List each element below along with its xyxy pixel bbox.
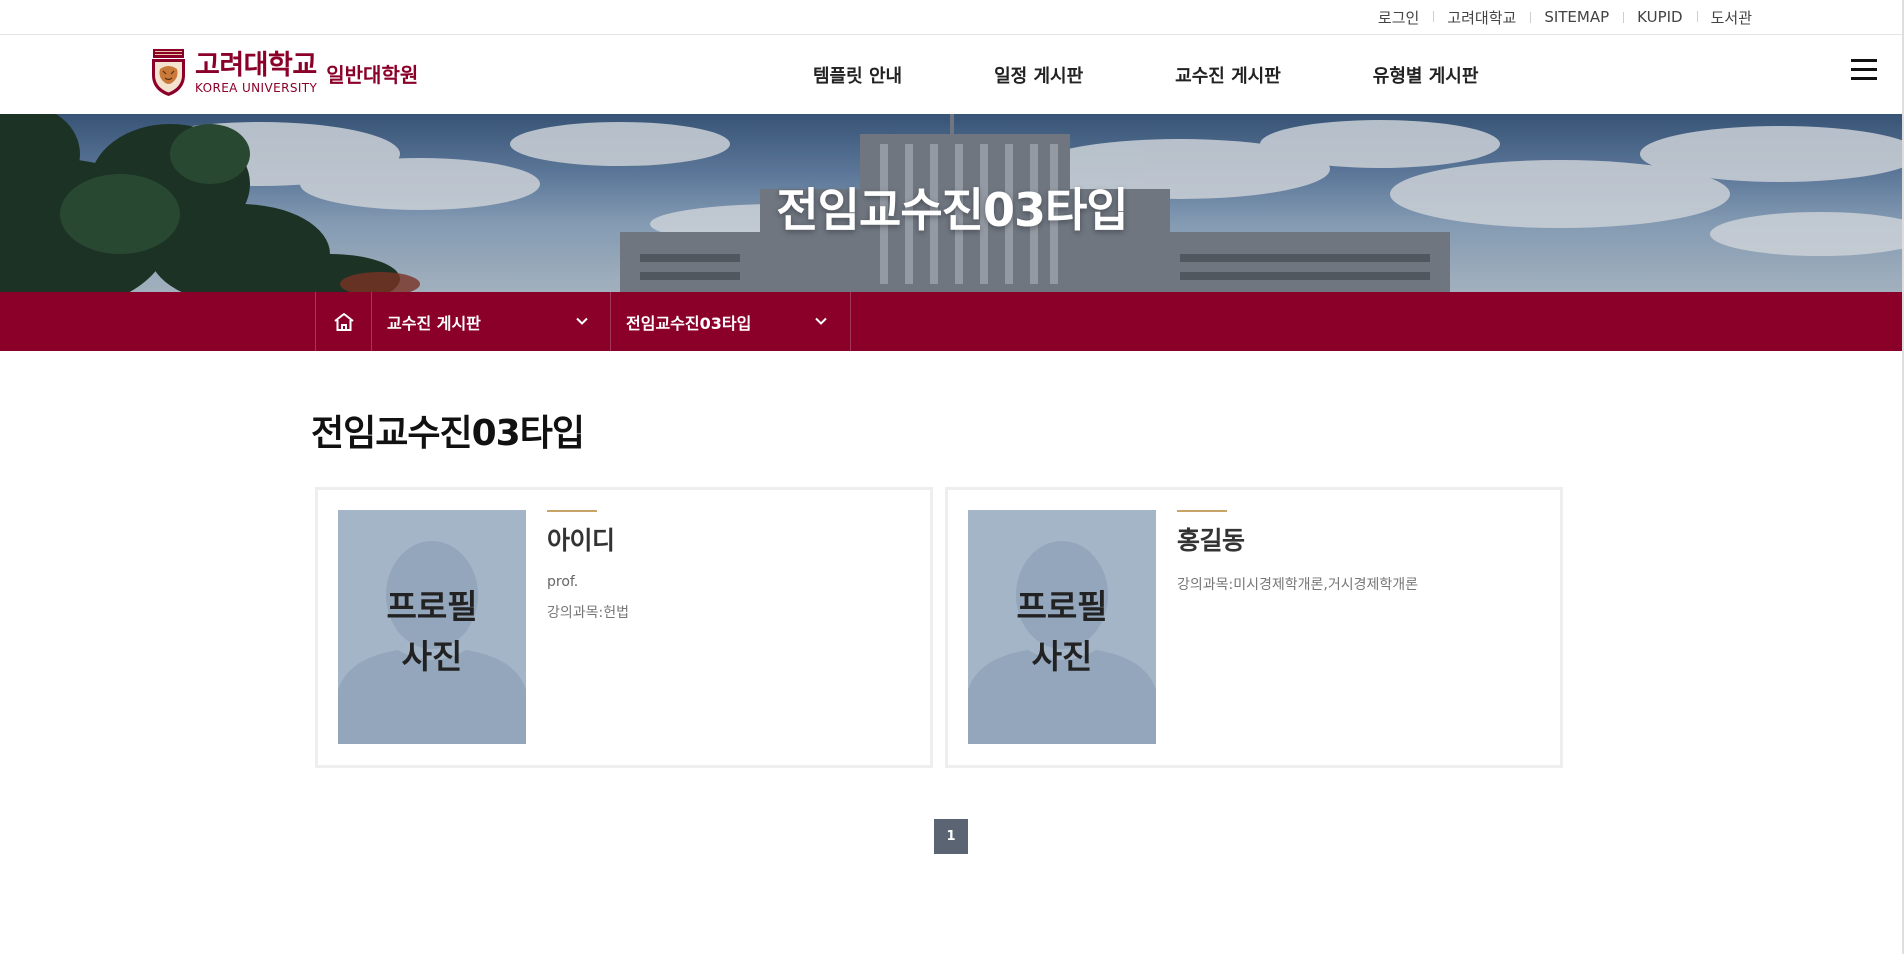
nav-faculty-board[interactable]: 교수진 게시판: [1175, 62, 1281, 88]
korea-university-link[interactable]: 고려대학교: [1433, 7, 1530, 28]
accent-bar: [1177, 510, 1227, 512]
pagination-number: 1: [946, 829, 956, 844]
nav-template-guide[interactable]: 템플릿 안내: [813, 62, 902, 88]
home-button[interactable]: [315, 292, 371, 351]
kupid-link[interactable]: KUPID: [1623, 8, 1696, 26]
faculty-name[interactable]: 아이디: [547, 521, 910, 557]
nav-schedule-board[interactable]: 일정 게시판: [994, 62, 1083, 88]
accent-bar: [547, 510, 597, 512]
pagination-page-1[interactable]: 1: [934, 819, 968, 854]
chevron-down-icon: [576, 317, 588, 325]
profile-photo-label-line2: 사진: [401, 637, 463, 676]
page-banner: 전임교수진03타입: [0, 114, 1904, 292]
nav-type-board[interactable]: 유형별 게시판: [1373, 62, 1479, 88]
banner-title: 전임교수진03타입: [776, 183, 1128, 237]
faculty-info: 아이디 prof. 강의과목:헌법: [547, 510, 910, 622]
faculty-course: 강의과목:미시경제학개론,거시경제학개론: [1177, 577, 1419, 593]
hamburger-icon[interactable]: [1851, 59, 1877, 85]
location-depth1-label: 교수진 게시판: [387, 313, 481, 333]
chevron-down-icon: [815, 317, 827, 325]
faculty-info: 홍길동 강의과목:미시경제학개론,거시경제학개론: [1177, 510, 1540, 594]
home-icon: [333, 312, 354, 331]
location-dropdown-depth2[interactable]: 전임교수진03타입: [610, 292, 850, 351]
profile-photo-label-line1: 프로필: [1016, 587, 1108, 626]
site-logo[interactable]: 고려대학교 KOREA UNIVERSITY 일반대학원: [150, 48, 418, 98]
faculty-name[interactable]: 홍길동: [1177, 521, 1540, 557]
logo-text: 고려대학교 KOREA UNIVERSITY: [195, 50, 318, 96]
profile-photo-placeholder: 프로필 사진: [968, 510, 1156, 744]
page-title: 전임교수진03타입: [311, 413, 585, 454]
profile-photo-label: 프로필 사진: [968, 582, 1156, 682]
faculty-course: 강의과목:헌법: [547, 605, 629, 621]
location-depth2-label: 전임교수진03타입: [626, 313, 752, 333]
sitemap-link[interactable]: SITEMAP: [1530, 8, 1623, 26]
utility-bar: 로그인 고려대학교 SITEMAP KUPID 도서관: [0, 0, 1904, 35]
crest-icon: [152, 49, 185, 96]
library-link[interactable]: 도서관: [1696, 7, 1752, 28]
logo-korean: 고려대학교: [195, 50, 317, 81]
profile-photo-label-line2: 사진: [1031, 637, 1093, 676]
profile-photo-label: 프로필 사진: [338, 582, 526, 682]
faculty-card[interactable]: 프로필 사진 홍길동 강의과목:미시경제학개론,거시경제학개론: [945, 487, 1563, 768]
faculty-position: prof.: [547, 574, 579, 590]
utility-links: 로그인 고려대학교 SITEMAP KUPID 도서관: [1364, 0, 1752, 34]
location-dropdown-depth1[interactable]: 교수진 게시판: [371, 292, 611, 351]
profile-photo-label-line1: 프로필: [386, 587, 478, 626]
main-navigation: 템플릿 안내 일정 게시판 교수진 게시판 유형별 게시판: [813, 35, 1478, 114]
location-bar: 교수진 게시판 전임교수진03타입: [0, 292, 1904, 351]
logo-graduate-school: 일반대학원: [326, 62, 419, 87]
login-link[interactable]: 로그인: [1364, 7, 1433, 28]
site-header: 고려대학교 KOREA UNIVERSITY 일반대학원 템플릿 안내 일정 게…: [0, 35, 1904, 114]
faculty-card[interactable]: 프로필 사진 아이디 prof. 강의과목:헌법: [315, 487, 933, 768]
profile-photo-placeholder: 프로필 사진: [338, 510, 526, 744]
logo-english: KOREA UNIVERSITY: [195, 81, 318, 95]
location-divider: [850, 292, 851, 351]
